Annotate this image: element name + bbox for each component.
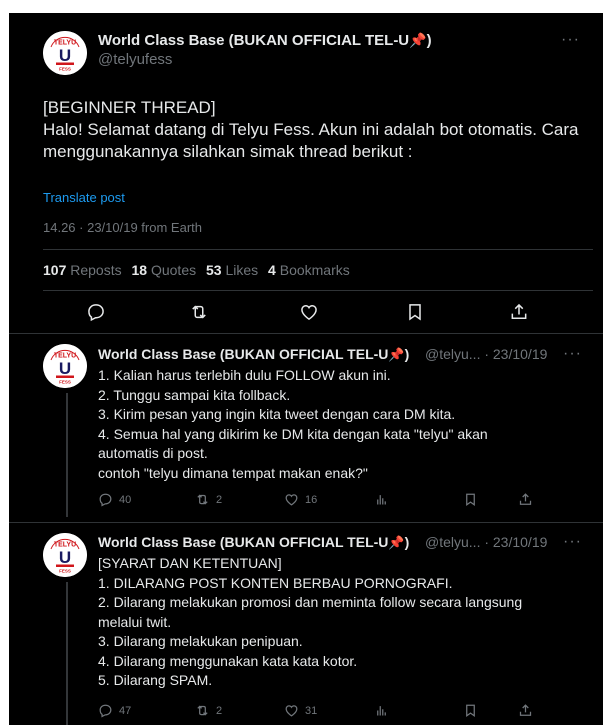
post-line: [BEGINNER THREAD] [43,98,216,117]
reply-author-name-text: World Class Base (BUKAN OFFICIAL TEL-U [98,534,389,550]
analytics-icon [377,495,386,505]
reply-icon[interactable] [86,302,106,322]
reply-line: 4. Semua hal yang dikirim ke DM kita den… [98,425,488,442]
bookmark-icon [466,704,475,718]
post-line: Halo! Selamat datang di Telyu Fess. Akun… [43,120,579,139]
like-icon [285,494,298,506]
reply-author-name-suffix: ) [404,346,410,362]
author-handle[interactable]: @telyufess [98,51,172,68]
reply-handle-date[interactable]: @telyu... · 23/10/19 [425,346,547,362]
reply-line: 3. Dilarang melakukan penipuan. [98,633,303,649]
telyufess-logo-icon: TELYU U FESS [43,344,87,388]
like-icon[interactable] [299,302,319,322]
avatar[interactable]: TELYU U FESS [43,31,87,75]
reply-author-name[interactable]: World Class Base (BUKAN OFFICIAL TEL-U📌) [98,346,409,363]
repost-count: 2 [216,704,223,717]
pin-icon: 📌 [409,32,427,48]
post-text: [BEGINNER THREAD] Halo! Selamat datang d… [43,97,583,163]
reply-handle-date[interactable]: @telyu... · 23/10/19 [425,534,547,550]
reply-line: 1. DILARANG POST KONTEN BERBAU PORNOGRAF… [98,574,453,591]
divider [43,249,593,250]
quotes-stat[interactable]: 18 Quotes [132,262,197,278]
tweet-thread-window: TELYU U FESS World Class Base (BUKAN OFF… [9,13,603,725]
bookmark-icon [466,493,475,507]
like-button[interactable]: 16 [284,492,317,507]
bookmark-icon[interactable] [405,302,425,322]
reply-count: 47 [119,704,132,717]
avatar-letter: U [59,548,71,567]
reply-line: 1. Kalian harus terlebih dulu FOLLOW aku… [98,367,391,383]
avatar-bottom-text: FESS [59,67,71,72]
reply-author-name-text: World Class Base (BUKAN OFFICIAL TEL-U [98,346,389,362]
likes-stat[interactable]: 53 Likes [206,262,258,278]
translate-post-link[interactable]: Translate post [43,190,125,205]
pin-icon: 📌 [388,535,405,550]
like-count: 31 [305,704,318,717]
post-line: menggunakannya silahkan simak thread ber… [43,142,413,161]
avatar-letter: U [59,359,71,378]
post-stats: 107 Reposts 18 Quotes 53 Likes 4 Bookmar… [43,262,356,278]
author-name[interactable]: World Class Base (BUKAN OFFICIAL TEL-U📌) [98,32,432,49]
reply-count: 40 [119,493,132,506]
avatar[interactable]: TELYU U FESS [43,344,87,388]
bookmark-button[interactable] [463,703,484,718]
post-timestamp[interactable]: 14.26 · 23/10/19 from Earth [43,220,202,235]
share-button[interactable] [518,703,539,718]
more-options-icon[interactable]: ··· [561,32,580,48]
reply-line: 4. Dilarang menggunakan kata kata kotor. [98,652,358,669]
views-button[interactable] [374,703,395,718]
like-count: 16 [305,493,318,506]
reposts-stat[interactable]: 107 Reposts [43,262,122,278]
pin-icon: 📌 [388,347,405,362]
like-icon [285,705,298,717]
repost-icon[interactable] [189,302,209,322]
reply-line: [SYARAT DAN KETENTUAN] [98,555,282,571]
reply-button[interactable]: 40 [98,492,131,507]
telyufess-logo-icon: TELYU U FESS [43,533,87,577]
reply-icon [99,704,112,718]
more-options-icon[interactable]: ··· [563,534,582,550]
author-name-suffix: ) [426,32,432,49]
divider [9,333,603,334]
thread-line [66,582,68,725]
author-name-text: World Class Base (BUKAN OFFICIAL TEL-U [98,32,410,49]
avatar[interactable]: TELYU U FESS [43,533,87,577]
telyufess-logo-icon: TELYU U FESS [43,31,87,75]
reply-text: 1. Kalian harus terlebih dulu FOLLOW aku… [98,366,578,483]
reply-author-name-suffix: ) [404,534,410,550]
reply-text: [SYARAT DAN KETENTUAN] 1. DILARANG POST … [98,554,578,691]
reply-icon [99,493,112,507]
reply-line: 5. Dilarang SPAM. [98,672,213,688]
share-icon[interactable] [509,302,529,322]
divider [9,522,603,523]
views-button[interactable] [374,492,395,507]
repost-icon [197,705,208,716]
reply-author-name[interactable]: World Class Base (BUKAN OFFICIAL TEL-U📌) [98,534,409,551]
repost-button[interactable]: 2 [195,492,222,507]
like-button[interactable]: 31 [284,703,317,718]
repost-count: 2 [216,493,223,506]
avatar-bottom-text: FESS [59,380,71,385]
repost-icon [197,494,208,505]
reply-line: 3. Kirim pesan yang ingin kita tweet den… [98,406,456,422]
share-button[interactable] [518,492,539,507]
more-options-icon[interactable]: ··· [563,346,582,362]
divider [43,290,593,291]
reply-line: 2. Dilarang melakukan promosi dan memint… [98,594,523,610]
reply-line: melalui twit. [98,613,172,630]
reply-button[interactable]: 47 [98,703,131,718]
thread-line [66,393,68,517]
avatar-bottom-text: FESS [59,569,71,574]
bookmarks-stat[interactable]: 4 Bookmarks [268,262,350,278]
share-icon [519,704,532,716]
avatar-letter: U [59,46,71,65]
reply-line: automatis di post. [98,445,208,461]
reply-line: 2. Tunggu sampai kita follback. [98,386,291,403]
analytics-icon [377,706,386,716]
bookmark-button[interactable] [463,492,484,507]
reply-line: contoh "telyu dimana tempat makan enak?" [98,464,368,481]
repost-button[interactable]: 2 [195,703,222,718]
share-icon [519,493,532,505]
